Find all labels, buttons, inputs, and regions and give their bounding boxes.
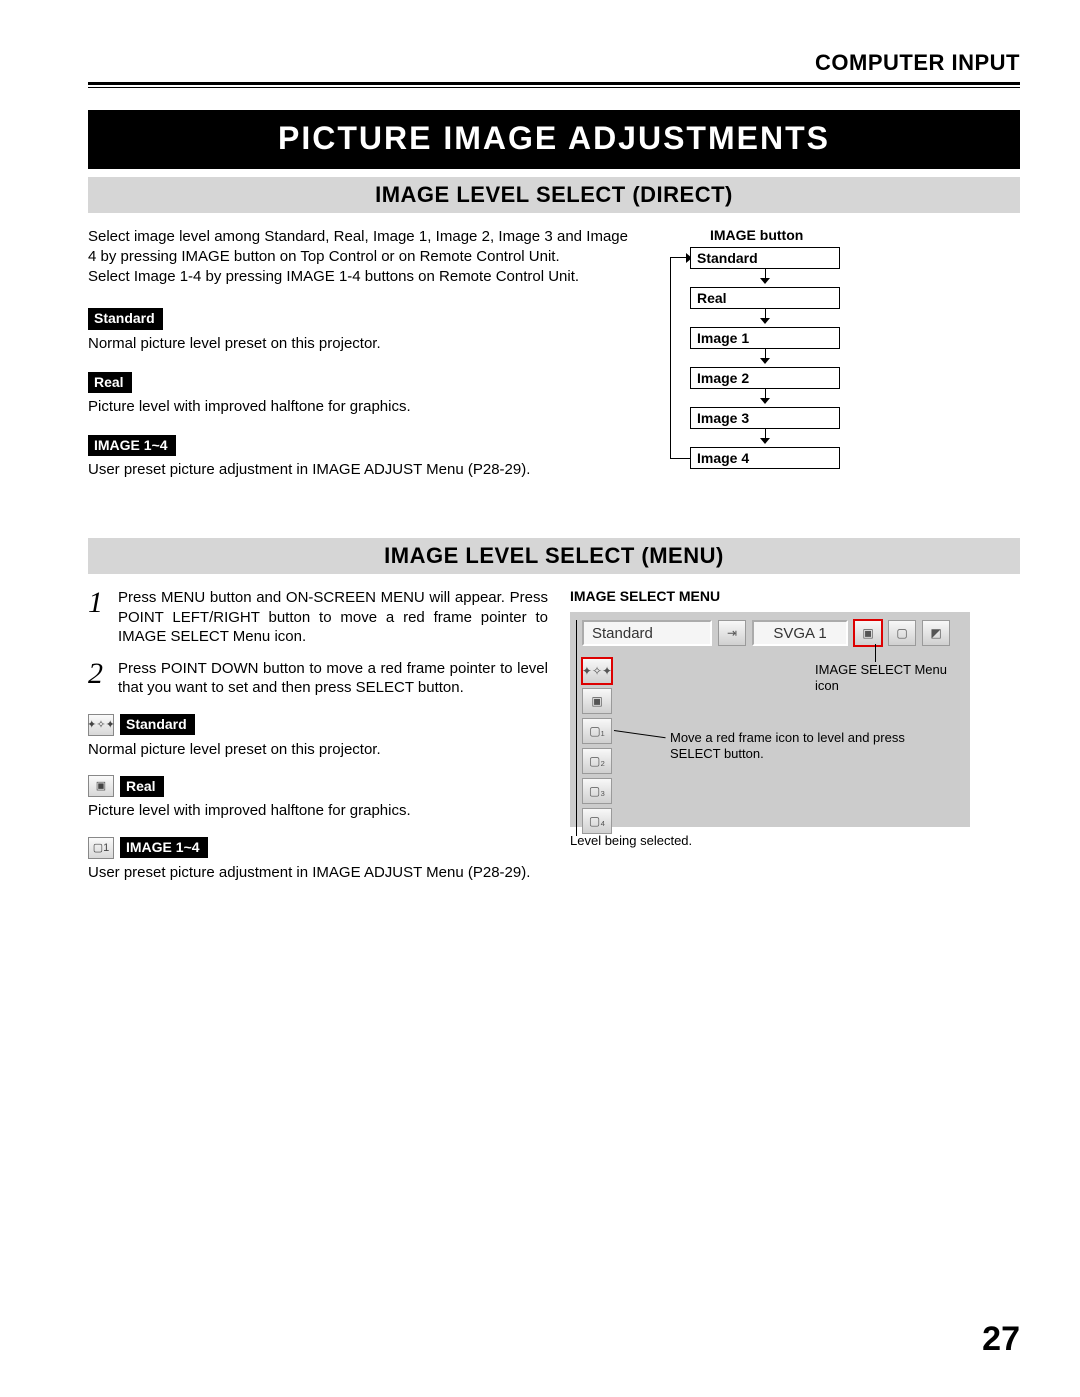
chip-standard-desc: Normal picture level preset on this proj… xyxy=(88,334,628,354)
diamonds-icon: ✦✧✦ xyxy=(582,658,612,684)
flow-box: Standard xyxy=(690,247,840,269)
flow-box: Image 2 xyxy=(690,367,840,389)
rule-heavy xyxy=(88,82,1020,85)
flow-box: Real xyxy=(690,287,840,309)
note-move: Move a red frame icon to level and press… xyxy=(670,730,910,763)
flow-diagram: Standard Real Image 1 Image 2 Image 3 Im… xyxy=(690,247,840,469)
monitor-icon: ▣ xyxy=(88,775,114,797)
step-text: Press POINT DOWN button to move a red fr… xyxy=(118,659,548,698)
preset-icon: ▢₄ xyxy=(582,808,612,834)
preset-icon: ▢₃ xyxy=(582,778,612,804)
chip-image14: IMAGE 1~4 xyxy=(120,837,208,858)
flow-box: Image 4 xyxy=(690,447,840,469)
diamonds-icon: ✦✧✦ xyxy=(88,714,114,736)
diagram-title: IMAGE SELECT MENU xyxy=(570,588,1020,604)
chip-standard: Standard xyxy=(120,714,195,735)
preset-icon: ▢₂ xyxy=(582,748,612,774)
menu-item: ▣ Real Picture level with improved halft… xyxy=(88,775,548,821)
flow-title: IMAGE button xyxy=(710,227,1020,243)
image-select-menu-icon: ▣ xyxy=(854,620,882,646)
arrow-down-icon xyxy=(690,309,840,327)
input-icon: ⇥ xyxy=(718,620,746,646)
direct-item: Real Picture level with improved halfton… xyxy=(88,372,628,417)
step-text: Press MENU button and ON-SCREEN MENU wil… xyxy=(118,588,548,647)
page-number: 27 xyxy=(982,1320,1020,1359)
heading-direct: IMAGE LEVEL SELECT (DIRECT) xyxy=(88,177,1020,213)
menu-item: ✦✧✦ Standard Normal picture level preset… xyxy=(88,714,548,760)
preset1-icon: ▢1 xyxy=(88,837,114,859)
flow-box: Image 1 xyxy=(690,327,840,349)
direct-item: Standard Normal picture level preset on … xyxy=(88,308,628,353)
page-title: PICTURE IMAGE ADJUSTMENTS xyxy=(88,110,1020,169)
note-selected: Level being selected. xyxy=(570,833,692,848)
leader-line xyxy=(875,644,876,662)
preset-icon: ▢₁ xyxy=(582,718,612,744)
arrow-down-icon xyxy=(690,429,840,447)
osd-screenshot: Standard ⇥ SVGA 1 ▣ ▢ ◩ ✦✧✦ ▣ ▢₁ ▢₂ ▢₃ ▢… xyxy=(570,612,970,827)
menu-item: ▢1 IMAGE 1~4 User preset picture adjustm… xyxy=(88,837,548,883)
step-2: 2 Press POINT DOWN button to move a red … xyxy=(88,659,548,698)
leader-line xyxy=(576,620,577,836)
direct-item: IMAGE 1~4 User preset picture adjustment… xyxy=(88,435,628,480)
item-desc: Normal picture level preset on this proj… xyxy=(88,740,548,760)
step-number: 1 xyxy=(88,588,108,647)
leader-line xyxy=(614,730,666,738)
osd-tool-icon: ◩ xyxy=(922,620,950,646)
flow-loop-line xyxy=(670,257,690,459)
rule-thin xyxy=(88,87,1020,88)
item-desc: Picture level with improved halftone for… xyxy=(88,801,548,821)
arrow-down-icon xyxy=(690,349,840,367)
osd-tool-icon: ▢ xyxy=(888,620,916,646)
chip-image14: IMAGE 1~4 xyxy=(88,435,176,456)
chip-standard: Standard xyxy=(88,308,163,329)
chip-image14-desc: User preset picture adjustment in IMAGE … xyxy=(88,460,628,480)
chip-real: Real xyxy=(88,372,132,393)
direct-intro: Select image level among Standard, Real,… xyxy=(88,227,628,286)
section-label: COMPUTER INPUT xyxy=(88,50,1020,76)
flow-box: Image 3 xyxy=(690,407,840,429)
note-image-select: IMAGE SELECT Menu icon xyxy=(815,662,965,695)
osd-side-column: ✦✧✦ ▣ ▢₁ ▢₂ ▢₃ ▢₄ xyxy=(582,658,616,834)
arrow-down-icon xyxy=(690,389,840,407)
arrow-down-icon xyxy=(690,269,840,287)
step-number: 2 xyxy=(88,659,108,698)
chip-real-desc: Picture level with improved halftone for… xyxy=(88,397,628,417)
chip-real: Real xyxy=(120,776,164,797)
step-1: 1 Press MENU button and ON-SCREEN MENU w… xyxy=(88,588,548,647)
item-desc: User preset picture adjustment in IMAGE … xyxy=(88,863,548,883)
osd-field: Standard xyxy=(582,620,712,646)
osd-mode: SVGA 1 xyxy=(752,620,848,646)
heading-menu: IMAGE LEVEL SELECT (MENU) xyxy=(88,538,1020,574)
monitor-icon: ▣ xyxy=(582,688,612,714)
